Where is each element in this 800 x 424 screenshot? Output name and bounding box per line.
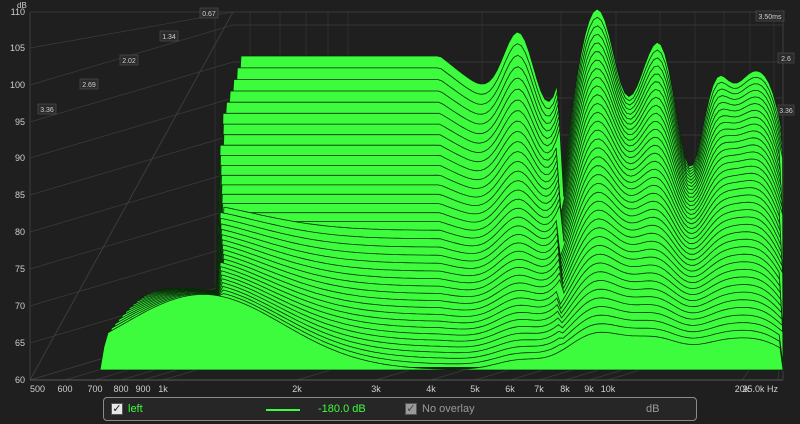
x-tick-label: 9k [584, 384, 594, 394]
x-tick-label: 7k [534, 384, 544, 394]
svg-text:0.67: 0.67 [202, 11, 216, 18]
time-tick-label: 1.34 [159, 30, 179, 42]
time-tick-label: 3.50ms [755, 10, 785, 22]
legend-unit: dB [646, 403, 660, 415]
x-tick-label: 5k [470, 384, 480, 394]
legend-bar: ✓ left -180.0 dB ✓ No overlay dB [103, 397, 697, 421]
trace-color-swatch [266, 409, 300, 411]
y-tick-label: 75 [15, 264, 25, 274]
trace-value: -180.0 dB [318, 403, 366, 415]
x-tick-label: 1k [158, 384, 168, 394]
overlay-label: No overlay [422, 403, 475, 415]
x-tick-label: 600 [57, 384, 72, 394]
y-tick-label: 80 [15, 227, 25, 237]
x-tick-label: 700 [87, 384, 102, 394]
time-tick-label: 3.36 [777, 104, 795, 116]
svg-text:3.36: 3.36 [779, 108, 793, 115]
svg-text:3.36: 3.36 [40, 107, 54, 114]
x-tick-label: 3k [371, 384, 381, 394]
x-tick-label: 10k [601, 384, 616, 394]
x-tick-label: 500 [30, 384, 45, 394]
time-tick-label: 2.69 [79, 78, 99, 90]
trace-name: left [128, 403, 143, 415]
time-tick-label: 2.6 [777, 52, 795, 64]
svg-text:2.69: 2.69 [82, 82, 96, 89]
y-tick-label: 85 [15, 190, 25, 200]
y-tick-label: 100 [10, 80, 25, 90]
x-tick-label: 4k [426, 384, 436, 394]
x-tick-label: 2k [292, 384, 302, 394]
trace-checkbox-icon[interactable]: ✓ [111, 403, 123, 415]
overlay-checkbox-icon[interactable]: ✓ [405, 403, 417, 415]
x-tick-label: 6k [505, 384, 515, 394]
time-tick-label: 3.36 [37, 103, 57, 115]
x-tick-label: 8k [560, 384, 570, 394]
x-tick-label: 800 [113, 384, 128, 394]
x-tick-label: 25.0k Hz [742, 384, 778, 394]
svg-text:2.02: 2.02 [122, 58, 136, 65]
time-tick-label: 2.02 [119, 54, 139, 66]
y-tick-label: 60 [15, 375, 25, 385]
time-tick-label: 0.67 [199, 7, 219, 19]
svg-text:2.6: 2.6 [781, 56, 791, 63]
y-tick-label: 65 [15, 338, 25, 348]
svg-text:1.34: 1.34 [162, 34, 176, 41]
x-tick-label: 900 [135, 384, 150, 394]
svg-text:3.50ms: 3.50ms [759, 14, 782, 21]
y-tick-label: 110 [11, 7, 25, 17]
y-tick-label: 105 [10, 43, 25, 53]
y-tick-label: 90 [15, 153, 25, 163]
y-tick-label: 70 [15, 301, 25, 311]
waterfall-plot[interactable]: dB1101051009590858075706560500 600 700 800 9… [0, 0, 800, 396]
y-tick-label: 95 [15, 117, 25, 127]
waterfall-surface [99, 8, 784, 371]
